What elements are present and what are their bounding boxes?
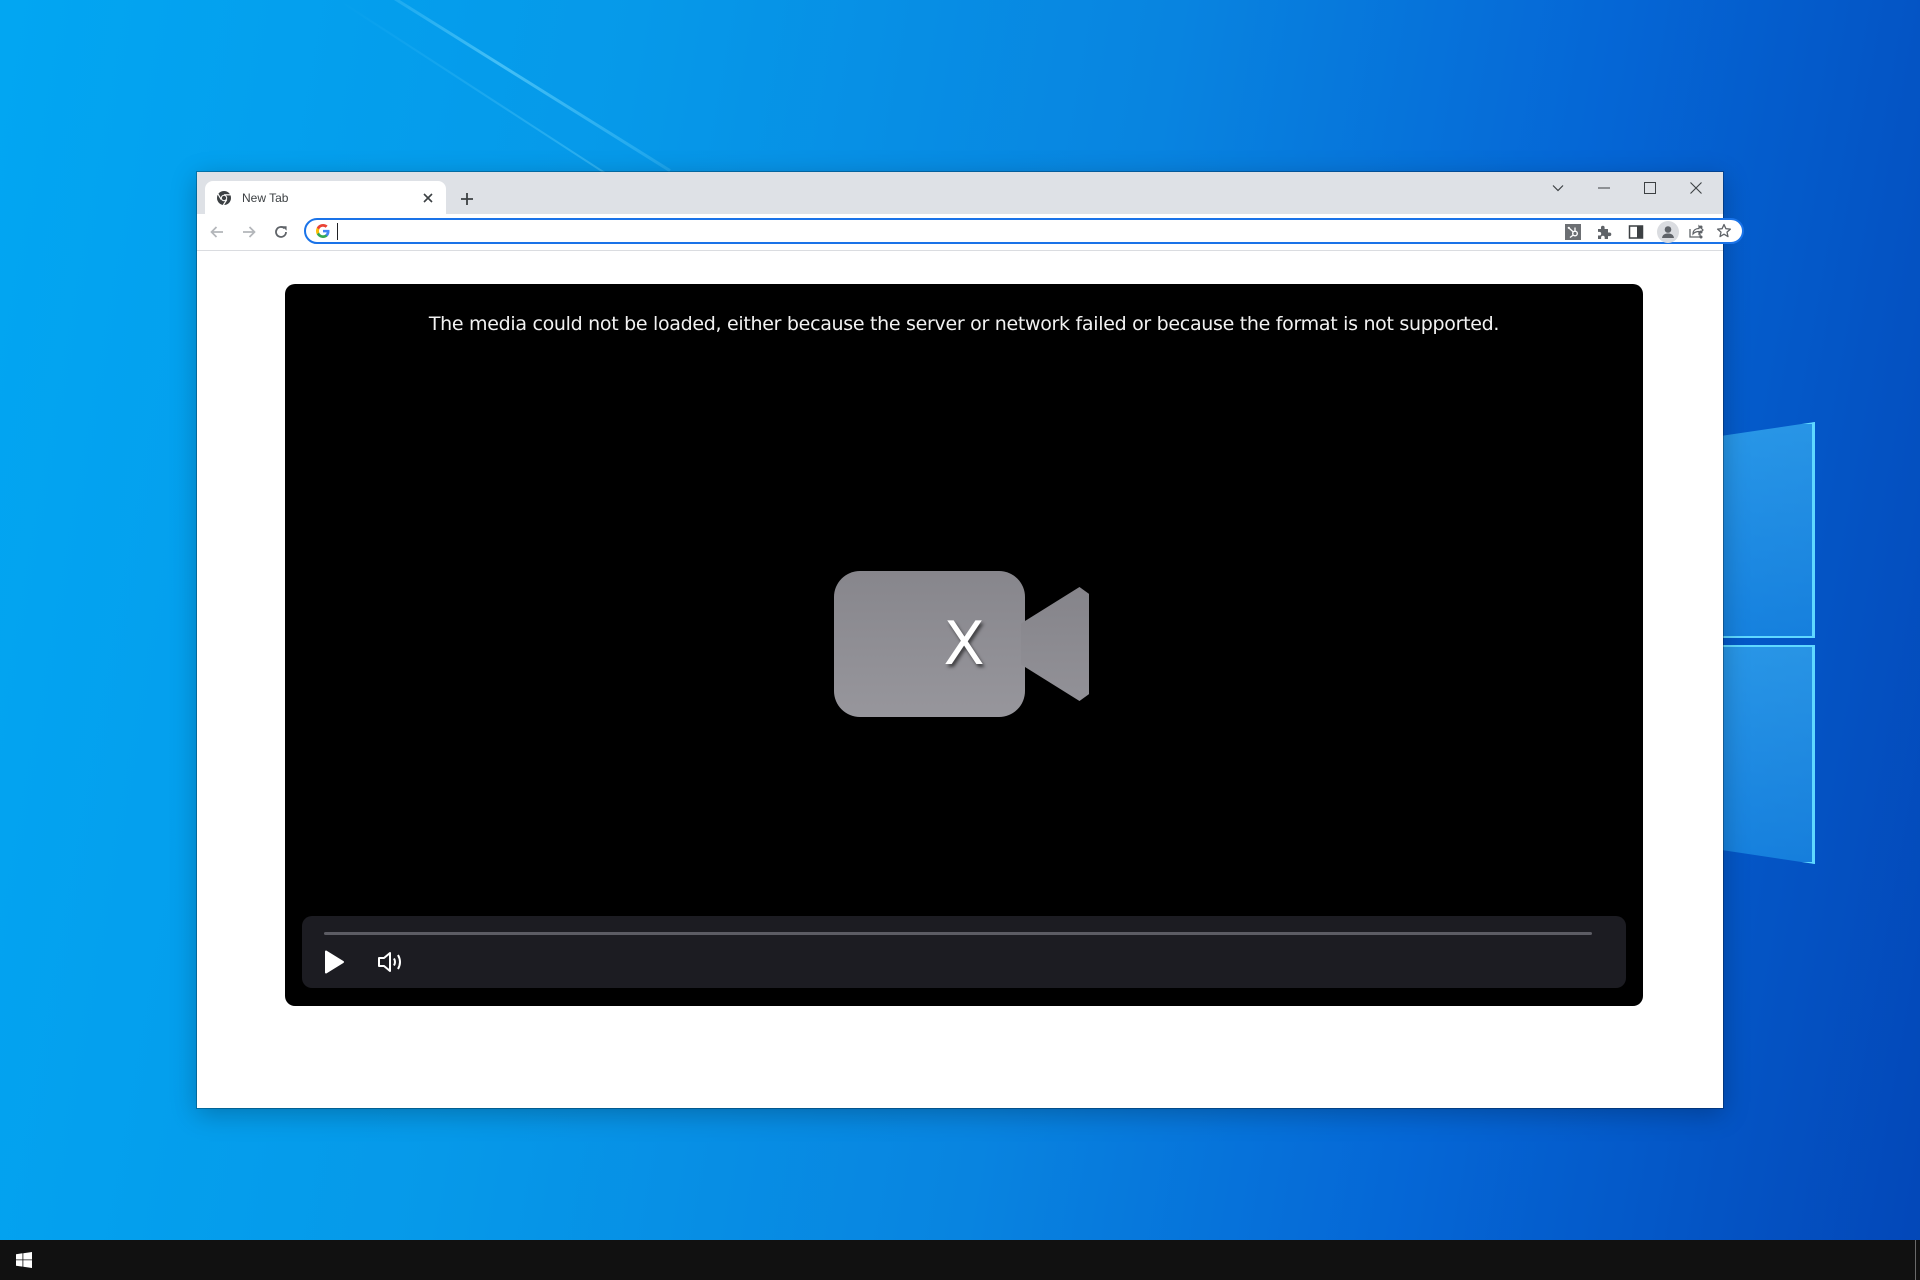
more-menu-icon[interactable] (1687, 218, 1715, 246)
browser-window: New Tab The media could not be loaded, e… (197, 172, 1744, 1108)
windows-logo-icon (16, 1252, 32, 1268)
plus-icon (461, 193, 473, 205)
tab-strip: New Tab (197, 172, 1723, 214)
camera-body (834, 571, 1025, 717)
chevron-down-icon (1552, 185, 1564, 192)
tab-close-icon[interactable] (420, 190, 436, 206)
forward-button[interactable] (235, 218, 263, 246)
minimize-button[interactable] (1581, 172, 1627, 204)
google-icon (315, 223, 331, 239)
hubspot-extension-icon[interactable] (1559, 218, 1587, 246)
tab-title: New Tab (242, 190, 289, 205)
page-content: The media could not be loaded, either be… (197, 251, 1723, 1108)
volume-icon (378, 952, 401, 972)
text-caret (337, 222, 338, 240)
wallpaper-light-beam (330, 0, 671, 172)
new-tab-button[interactable] (454, 186, 480, 212)
play-icon (325, 950, 344, 974)
show-desktop-button[interactable] (1915, 1240, 1920, 1280)
extensions-puzzle-icon[interactable] (1590, 218, 1618, 246)
progress-bar[interactable] (324, 932, 1592, 935)
tab-new-tab[interactable]: New Tab (205, 181, 446, 214)
play-button[interactable] (318, 946, 350, 978)
video-player[interactable]: The media could not be loaded, either be… (285, 284, 1643, 1006)
profile-avatar-icon[interactable] (1654, 218, 1682, 246)
arrow-left-icon (210, 226, 223, 238)
maximize-button[interactable] (1627, 172, 1673, 204)
taskbar (0, 1240, 1920, 1280)
side-panel-icon[interactable] (1622, 218, 1650, 246)
back-button[interactable] (203, 218, 231, 246)
tab-search-button[interactable] (1535, 172, 1581, 204)
address-bar[interactable] (304, 218, 1744, 244)
volume-button[interactable] (374, 946, 410, 978)
camera-lens (1021, 587, 1089, 701)
reload-button[interactable] (267, 218, 295, 246)
error-x-mark: X (943, 609, 985, 679)
media-error-message: The media could not be loaded, either be… (428, 313, 1500, 335)
start-button[interactable] (0, 1240, 48, 1280)
address-input[interactable] (344, 220, 1682, 242)
chrome-icon (216, 190, 232, 206)
close-window-button[interactable] (1673, 172, 1719, 204)
video-camera-x-icon: X (834, 571, 1094, 721)
reload-icon (275, 226, 287, 238)
maximize-icon (1644, 182, 1656, 194)
close-icon (1690, 182, 1702, 194)
browser-toolbar (197, 214, 1744, 251)
player-controls (302, 916, 1626, 988)
minimize-icon (1598, 187, 1610, 189)
arrow-right-icon (243, 226, 256, 238)
